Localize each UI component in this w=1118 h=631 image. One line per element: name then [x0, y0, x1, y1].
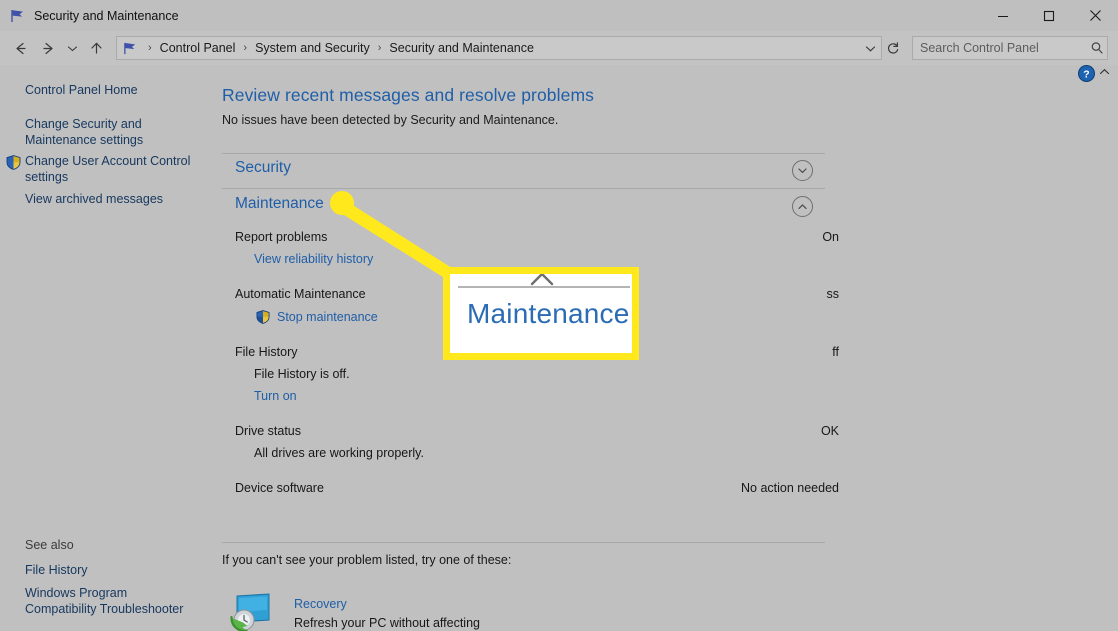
section-divider — [222, 188, 825, 189]
link-recovery[interactable]: Recovery — [294, 597, 347, 611]
bottom-prompt: If you can't see your problem listed, tr… — [222, 553, 512, 567]
chevron-down-icon[interactable] — [859, 37, 881, 59]
row-status-report-problems: On — [822, 230, 839, 244]
breadcrumb-separator: › — [243, 42, 248, 54]
chevron-up-icon — [528, 274, 556, 295]
flag-icon — [10, 8, 26, 24]
section-header-maintenance[interactable]: Maintenance — [222, 191, 825, 227]
page-title: Review recent messages and resolve probl… — [222, 85, 594, 105]
callout-zoom-text: Maintenance — [467, 298, 630, 329]
row-status-automatic-maintenance: ss — [826, 287, 840, 301]
row-label-file-history: File History — [235, 345, 298, 359]
link-turn-on-file-history[interactable]: Turn on — [254, 389, 297, 403]
forward-arrow-icon[interactable] — [34, 34, 62, 62]
row-label-drive-status: Drive status — [235, 424, 301, 438]
row-status-file-history: ff — [832, 345, 839, 359]
see-also-label: See also — [25, 538, 74, 552]
breadcrumb-item-security-and-maintenance[interactable]: Security and Maintenance — [387, 41, 536, 55]
breadcrumb-item-control-panel[interactable]: Control Panel — [158, 41, 238, 55]
breadcrumb-item-system-and-security[interactable]: System and Security — [253, 41, 372, 55]
row-status-drive-status: OK — [820, 424, 839, 438]
sidebar-item-view-archived-messages[interactable]: View archived messages — [25, 191, 163, 207]
link-view-reliability-history[interactable]: View reliability history — [254, 252, 373, 266]
section-divider — [222, 153, 825, 154]
row-label-report-problems: Report problems — [235, 230, 328, 244]
address-bar: › Control Panel › System and Security › … — [0, 31, 1118, 65]
up-arrow-icon[interactable] — [82, 34, 110, 62]
chevron-up-icon[interactable] — [792, 196, 813, 217]
sidebar-item-change-uac-settings[interactable]: Change User Account Control settings — [25, 153, 190, 185]
search-icon[interactable] — [1087, 41, 1107, 55]
callout-content: Maintenance — [450, 274, 632, 353]
see-also-item-file-history[interactable]: File History — [25, 562, 88, 578]
section-title-maintenance: Maintenance — [235, 195, 324, 212]
callout-divider — [458, 286, 630, 288]
breadcrumb-separator: › — [148, 42, 152, 54]
search-placeholder: Search Control Panel — [920, 41, 1039, 55]
row-label-device-software: Device software — [235, 481, 324, 495]
bottom-divider — [222, 542, 825, 543]
window-controls — [980, 0, 1118, 31]
callout-magnifier: Maintenance — [443, 267, 639, 360]
row-status-device-software: No action needed — [741, 481, 839, 495]
control-panel-window: Security and Maintenance › Control Panel… — [0, 0, 1118, 631]
chevron-down-icon[interactable] — [792, 160, 813, 181]
row-sub-drive-status: All drives are working properly. — [254, 446, 424, 460]
section-header-security[interactable]: Security — [222, 155, 825, 191]
title-bar: Security and Maintenance — [0, 0, 1118, 31]
page-subtitle: No issues have been detected by Security… — [222, 113, 559, 127]
row-label-automatic-maintenance: Automatic Maintenance — [235, 287, 366, 301]
recovery-monitor-icon — [229, 592, 273, 631]
see-also-item-program-compatibility-troubleshooter[interactable]: Windows Program Compatibility Troublesho… — [25, 585, 183, 617]
sidebar: Control Panel Home Change Security and M… — [0, 65, 212, 631]
section-title-security: Security — [235, 159, 291, 176]
uac-shield-icon — [6, 155, 21, 170]
window-title: Security and Maintenance — [34, 8, 179, 23]
minimize-button[interactable] — [980, 0, 1026, 31]
maximize-button[interactable] — [1026, 0, 1072, 31]
link-stop-maintenance[interactable]: Stop maintenance — [277, 310, 378, 324]
history-dropdown-icon[interactable] — [62, 34, 82, 62]
back-arrow-icon[interactable] — [6, 34, 34, 62]
sidebar-item-control-panel-home[interactable]: Control Panel Home — [25, 82, 138, 98]
close-button[interactable] — [1072, 0, 1118, 31]
sidebar-item-change-security-settings[interactable]: Change Security and Maintenance settings — [25, 116, 143, 148]
flag-icon — [123, 41, 138, 56]
row-sub-file-history: File History is off. — [254, 367, 350, 381]
breadcrumb-separator: › — [377, 42, 382, 54]
uac-shield-icon — [256, 310, 270, 324]
address-input[interactable]: › Control Panel › System and Security › … — [116, 36, 882, 60]
search-input[interactable]: Search Control Panel — [912, 36, 1108, 60]
main-content: Review recent messages and resolve probl… — [212, 65, 1118, 631]
refresh-icon[interactable] — [882, 37, 904, 59]
recovery-description: Refresh your PC without affecting — [294, 616, 480, 630]
